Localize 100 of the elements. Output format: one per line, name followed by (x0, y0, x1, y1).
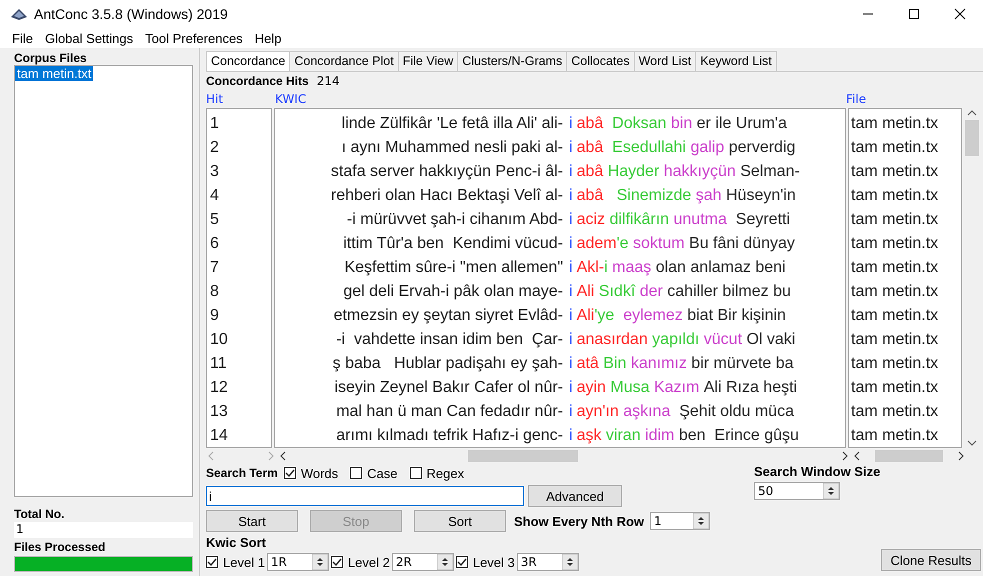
file-name: tam metin.tx (851, 402, 940, 422)
scroll-left-icon[interactable] (852, 451, 862, 461)
checkbox-label: Level 3 (472, 554, 515, 570)
search-hit: i (568, 354, 574, 374)
checkbox[interactable] (330, 556, 343, 568)
right-context-word: Musa (610, 378, 650, 398)
scroll-thumb[interactable] (468, 450, 578, 462)
scroll-right-icon[interactable] (840, 451, 850, 461)
hit-number: 14 (210, 426, 229, 446)
right-context-word: dilfikârın (609, 210, 670, 230)
spin-arrows-icon[interactable] (693, 513, 710, 529)
file-name: tam metin.tx (851, 162, 940, 182)
tab[interactable]: Concordance (206, 51, 290, 71)
search-hit: i (568, 234, 574, 254)
right-context-word: maaş (612, 258, 652, 278)
right-context-word: aşkına (623, 402, 672, 422)
column-header[interactable]: File (846, 92, 866, 106)
right-context-word: ayin (576, 378, 607, 398)
scroll-down-icon[interactable] (967, 438, 977, 448)
menu-item[interactable]: Tool Preferences (139, 30, 249, 46)
app-icon (10, 7, 28, 21)
level-spinner[interactable]: 1R (266, 553, 329, 571)
right-context-word: 'ye (594, 306, 616, 326)
spin-arrows-icon[interactable] (312, 554, 328, 570)
level-spinner[interactable]: 2R (392, 553, 454, 571)
right-context-word: cahiller bilmez bu (667, 282, 791, 302)
right-context-word: ayn'ın (576, 402, 620, 422)
window-size-label: Search Window Size (754, 464, 882, 479)
file-name: tam metin.tx (851, 354, 940, 374)
checkbox[interactable] (284, 467, 296, 479)
right-context-word: Ali Rıza heşti (704, 378, 798, 398)
hit-number: 4 (210, 186, 220, 206)
right-context-word: aşk (576, 426, 602, 446)
search-hit: i (568, 426, 574, 446)
hit-number: 10 (210, 330, 229, 350)
left-context: mal han ü man Can fedadır nûr- (335, 402, 563, 422)
right-context-word: viran (606, 426, 642, 446)
file-list-item[interactable]: tam metin.txt (15, 66, 94, 81)
menu-item[interactable]: Help (248, 30, 288, 46)
advanced-button[interactable]: Advanced (528, 485, 622, 507)
scroll-up-icon[interactable] (967, 108, 977, 118)
file-name: tam metin.tx (851, 306, 940, 326)
menu-item[interactable]: Global Settings (38, 30, 140, 46)
right-context-word: eylemez (623, 306, 684, 326)
right-context-word: hakkıyçün (664, 162, 737, 182)
action-button[interactable]: Sort (414, 510, 506, 532)
hit-number: 12 (210, 378, 229, 398)
close-icon[interactable] (954, 8, 966, 20)
right-context-word: Bin (603, 354, 628, 374)
left-context: stafa server hakkıyçün Penc-i âl- (330, 162, 563, 182)
right-context-word: Selman- (740, 162, 800, 182)
search-field[interactable]: i (206, 486, 524, 506)
menu-item[interactable]: File (6, 30, 39, 46)
spin-arrows-icon[interactable] (823, 483, 839, 499)
hit-number: 5 (210, 210, 220, 230)
nth-row-spinner[interactable]: 1 (650, 512, 710, 530)
checkbox[interactable] (410, 467, 422, 479)
scroll-left-icon[interactable] (278, 451, 288, 461)
nth-row-label: Show Every Nth Row (514, 514, 644, 528)
right-context-word: Akl- (576, 258, 604, 278)
hit-number: 1 (210, 114, 220, 134)
action-button[interactable]: Start (206, 510, 298, 532)
panel-title: Corpus Files (14, 51, 88, 65)
right-context-word: Hüseyn'in (726, 186, 796, 206)
checkbox[interactable] (206, 556, 218, 568)
checkbox-label: Words (300, 466, 338, 480)
right-context-word: Esedullahi (612, 138, 687, 158)
right-context-word: aciz (576, 210, 606, 230)
tab[interactable]: Keyword List (695, 51, 777, 71)
right-context-word: Ali (576, 282, 596, 302)
right-context-word: bin (670, 114, 694, 134)
scroll-thumb[interactable] (875, 450, 943, 462)
level-spinner[interactable]: 3R (516, 553, 579, 571)
hit-number: 7 (210, 258, 220, 278)
file-name: tam metin.tx (851, 186, 940, 206)
checkbox[interactable] (456, 556, 468, 568)
search-hit: i (568, 114, 574, 134)
spin-arrows-icon[interactable] (562, 554, 578, 570)
left-context: iseyin Zeynel Bakır Cafer ol nûr- (333, 378, 563, 398)
right-context-word: yapıldı (652, 330, 700, 350)
right-context-word: 'e (616, 234, 630, 254)
maximize-icon[interactable] (908, 8, 920, 20)
right-context-word: Sıdkî (598, 282, 636, 302)
hit-number: 2 (210, 138, 220, 158)
horizontal-scrollbar[interactable] (852, 449, 966, 463)
window-size-spinner[interactable]: 50 (754, 482, 840, 500)
checkbox[interactable] (350, 467, 362, 479)
scroll-thumb[interactable] (965, 120, 979, 156)
column-header[interactable]: KWIC (275, 92, 846, 106)
file-name: tam metin.tx (851, 378, 940, 398)
spin-arrows-icon[interactable] (436, 554, 453, 570)
clone-results-button[interactable]: Clone Results (881, 549, 981, 571)
right-context-word: olan anlamaz beni (656, 258, 786, 278)
window-title: AntConc 3.5.8 (Windows) 2019 (34, 6, 229, 22)
file-name: tam metin.tx (851, 330, 940, 350)
scroll-right-icon[interactable] (956, 451, 966, 461)
horizontal-scrollbar[interactable] (278, 449, 850, 463)
right-context-word: i (604, 258, 609, 278)
file-name: tam metin.tx (851, 114, 940, 134)
column-header[interactable]: Hit (206, 92, 275, 106)
